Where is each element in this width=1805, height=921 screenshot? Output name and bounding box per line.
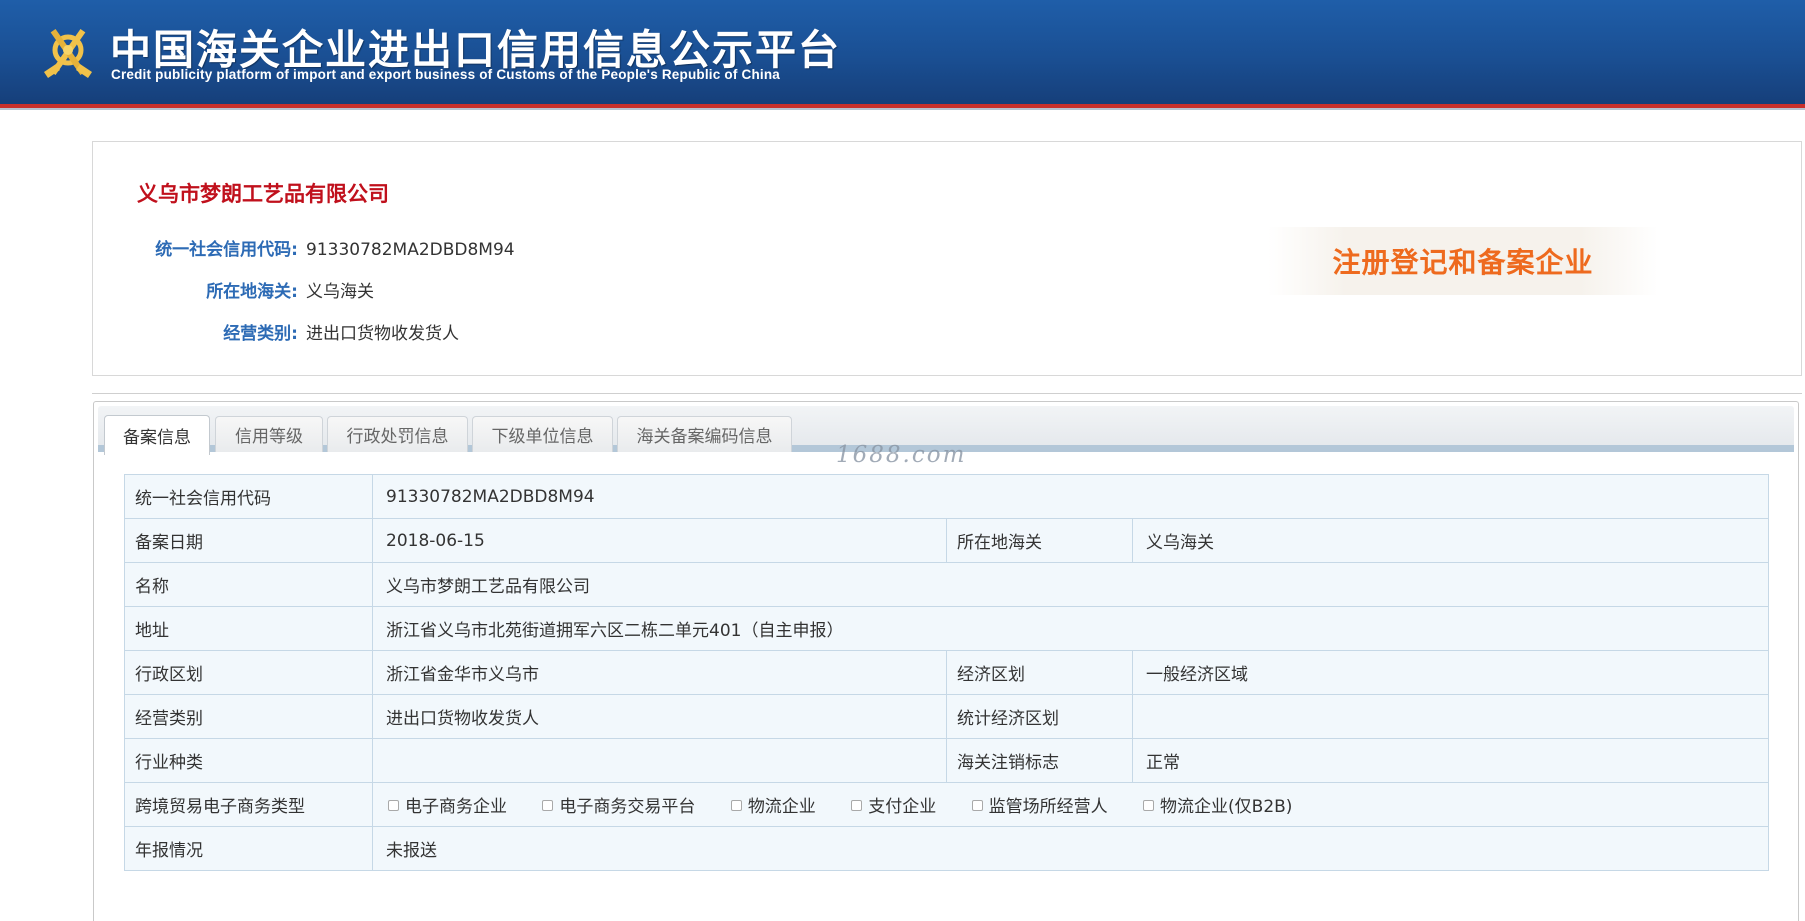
checkbox-icon[interactable] bbox=[971, 800, 983, 811]
summary-credit-code-value: 91330782MA2DBD8M94 bbox=[306, 240, 515, 260]
tab-penalty-info[interactable]: 行政处罚信息 bbox=[327, 416, 468, 452]
summary-business-type-row: 经营类别: 进出口货物收发货人 bbox=[93, 319, 459, 344]
ecommerce-option-supervised-site[interactable]: 监管场所经营人 bbox=[971, 792, 1108, 817]
table-row: 名称 义乌市梦朗工艺品有限公司 bbox=[124, 562, 1769, 607]
tab-credit-rating[interactable]: 信用等级 bbox=[215, 416, 323, 452]
customs-value: 义乌海关 bbox=[1132, 518, 1769, 563]
summary-business-type-value: 进出口货物收发货人 bbox=[306, 324, 459, 344]
business-type-label: 经营类别 bbox=[124, 694, 373, 739]
industry-value bbox=[372, 738, 947, 783]
admin-region-label: 行政区划 bbox=[124, 650, 373, 695]
admin-region-value: 浙江省金华市义乌市 bbox=[372, 650, 947, 695]
stat-econ-region-label: 统计经济区划 bbox=[946, 694, 1133, 739]
header-divider bbox=[0, 108, 1805, 110]
stat-econ-region-value bbox=[1132, 694, 1769, 739]
site-subtitle: Credit publicity platform of import and … bbox=[111, 67, 781, 82]
ecommerce-option-payment[interactable]: 支付企业 bbox=[851, 792, 936, 817]
annual-report-label: 年报情况 bbox=[124, 826, 373, 871]
table-row: 备案日期 2018-06-15 所在地海关 义乌海关 bbox=[124, 518, 1769, 563]
checkbox-icon[interactable] bbox=[730, 800, 742, 811]
summary-customs-value: 义乌海关 bbox=[306, 282, 374, 302]
site-header: 中国海关企业进出口信用信息公示平台 Credit publicity platf… bbox=[0, 0, 1805, 104]
checkbox-icon[interactable] bbox=[1143, 800, 1155, 811]
checkbox-icon[interactable] bbox=[542, 800, 554, 811]
company-summary-card: 义乌市梦朗工艺品有限公司 统一社会信用代码: 91330782MA2DBD8M94… bbox=[92, 141, 1802, 376]
address-value: 浙江省义乌市北苑街道拥军六区二栋二单元401（自主申报） bbox=[372, 606, 1769, 651]
credit-code-value: 91330782MA2DBD8M94 bbox=[372, 474, 1769, 519]
econ-region-label: 经济区划 bbox=[946, 650, 1133, 695]
customs-emblem-icon bbox=[44, 28, 92, 78]
ecommerce-option-label: 支付企业 bbox=[868, 797, 937, 817]
ecommerce-option-logistics[interactable]: 物流企业 bbox=[730, 792, 816, 817]
registration-status-badge: 注册登记和备案企业 bbox=[1268, 227, 1658, 295]
table-row: 统一社会信用代码 91330782MA2DBD8M94 bbox=[124, 474, 1769, 519]
watermark: 1688.com bbox=[836, 442, 967, 468]
registration-status-text: 注册登记和备案企业 bbox=[1332, 246, 1594, 279]
record-info-table: 统一社会信用代码 91330782MA2DBD8M94 备案日期 2018-06… bbox=[124, 474, 1769, 871]
record-date-label: 备案日期 bbox=[124, 518, 373, 563]
ecommerce-option-platform[interactable]: 电子商务交易平台 bbox=[542, 792, 695, 817]
table-row: 地址 浙江省义乌市北苑街道拥军六区二栋二单元401（自主申报） bbox=[124, 606, 1769, 651]
table-row: 跨境贸易电子商务类型 电子商务企业 电子商务交易平台 物流企业 支付企业 监管场… bbox=[124, 782, 1769, 827]
summary-customs-label: 所在地海关: bbox=[206, 282, 298, 302]
ecommerce-type-label: 跨境贸易电子商务类型 bbox=[124, 782, 373, 827]
ecommerce-option-label: 电子商务交易平台 bbox=[559, 797, 696, 817]
table-row: 经营类别 进出口货物收发货人 统计经济区划 bbox=[124, 694, 1769, 739]
ecommerce-option-label: 物流企业(仅B2B) bbox=[1160, 797, 1293, 817]
credit-code-label: 统一社会信用代码 bbox=[124, 474, 373, 519]
ecommerce-option-label: 物流企业 bbox=[747, 797, 816, 817]
business-type-value: 进出口货物收发货人 bbox=[372, 694, 947, 739]
tab-customs-code-info[interactable]: 海关备案编码信息 bbox=[617, 416, 792, 452]
industry-label: 行业种类 bbox=[124, 738, 373, 783]
cancel-flag-label: 海关注销标志 bbox=[946, 738, 1133, 783]
summary-customs-row: 所在地海关: 义乌海关 bbox=[93, 277, 374, 302]
checkbox-icon[interactable] bbox=[388, 800, 399, 811]
tab-record-info[interactable]: 备案信息 bbox=[104, 415, 210, 455]
table-row: 年报情况 未报送 bbox=[124, 826, 1769, 871]
econ-region-value: 一般经济区域 bbox=[1132, 650, 1769, 695]
ecommerce-option-label: 监管场所经营人 bbox=[988, 797, 1108, 817]
checkbox-icon[interactable] bbox=[851, 800, 863, 811]
summary-credit-code-row: 统一社会信用代码: 91330782MA2DBD8M94 bbox=[93, 235, 515, 260]
name-value: 义乌市梦朗工艺品有限公司 bbox=[372, 562, 1769, 607]
tab-subunit-info[interactable]: 下级单位信息 bbox=[472, 416, 613, 452]
company-name: 义乌市梦朗工艺品有限公司 bbox=[137, 182, 389, 206]
table-row: 行政区划 浙江省金华市义乌市 经济区划 一般经济区域 bbox=[124, 650, 1769, 695]
ecommerce-option-enterprise[interactable]: 电子商务企业 bbox=[388, 792, 507, 817]
ecommerce-type-options: 电子商务企业 电子商务交易平台 物流企业 支付企业 监管场所经营人 物流企业(仅… bbox=[372, 782, 1769, 827]
record-date-value: 2018-06-15 bbox=[372, 518, 947, 563]
summary-business-type-label: 经营类别: bbox=[223, 324, 298, 344]
ecommerce-option-label: 电子商务企业 bbox=[405, 797, 507, 817]
summary-credit-code-label: 统一社会信用代码: bbox=[155, 240, 298, 260]
annual-report-value: 未报送 bbox=[372, 826, 1769, 871]
table-row: 行业种类 海关注销标志 正常 bbox=[124, 738, 1769, 783]
cancel-flag-value: 正常 bbox=[1132, 738, 1769, 783]
address-label: 地址 bbox=[124, 606, 373, 651]
section-divider bbox=[92, 393, 1802, 394]
name-label: 名称 bbox=[124, 562, 373, 607]
ecommerce-option-logistics-b2b[interactable]: 物流企业(仅B2B) bbox=[1143, 792, 1292, 817]
customs-label: 所在地海关 bbox=[946, 518, 1133, 563]
